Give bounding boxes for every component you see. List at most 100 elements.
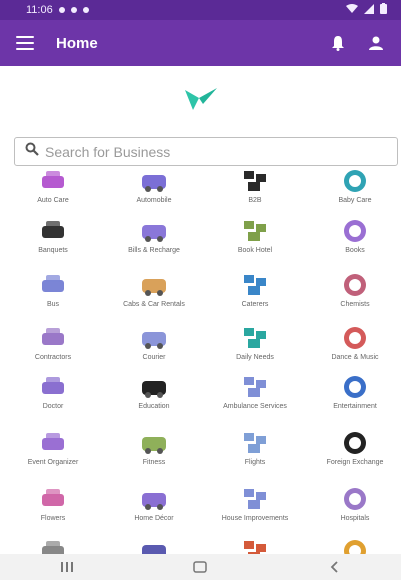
signal-icon	[364, 3, 374, 17]
category-item[interactable]: Books	[305, 218, 401, 255]
category-item[interactable]	[205, 538, 305, 554]
category-label: Bus	[46, 301, 60, 308]
category-item[interactable]: Event Organizer	[3, 430, 103, 467]
hospital-icon	[340, 486, 370, 512]
category-label: Banquets	[38, 247, 68, 254]
category-item[interactable]: Daily Needs	[205, 325, 305, 362]
system-nav-bar	[0, 554, 401, 580]
category-label: Flowers	[40, 515, 66, 522]
search-bar[interactable]	[14, 137, 398, 166]
status-time: 11:06	[26, 4, 53, 16]
partial-icon-4	[340, 538, 370, 554]
theater-icon	[340, 374, 370, 400]
category-item[interactable]: Chemists	[305, 272, 401, 309]
category-item[interactable]: Doctor	[3, 374, 103, 411]
delivery-truck-icon	[139, 325, 169, 351]
building-icon	[38, 218, 68, 244]
car-icon	[139, 168, 169, 194]
category-label: Flights	[244, 459, 266, 466]
notification-bell-icon[interactable]	[329, 34, 347, 52]
notification-icon	[70, 7, 77, 13]
category-item[interactable]: Caterers	[205, 272, 305, 309]
category-item[interactable]: Education	[104, 374, 204, 411]
category-item[interactable]	[3, 538, 103, 554]
car-wash-icon	[38, 168, 68, 194]
search-icon	[25, 142, 39, 161]
home-decor-icon	[139, 486, 169, 512]
app-bar: Home	[0, 20, 401, 66]
partial-icon-3	[240, 538, 270, 554]
menu-icon[interactable]	[16, 36, 34, 50]
airplane-icon	[240, 430, 270, 456]
flower-icon	[38, 486, 68, 512]
dancer-icon	[340, 325, 370, 351]
category-item[interactable]: Entertainment	[305, 374, 401, 411]
bus-icon	[38, 272, 68, 298]
graduation-cap-icon	[139, 374, 169, 400]
category-item[interactable]: Courier	[104, 325, 204, 362]
bill-icon	[139, 218, 169, 244]
category-item[interactable]: Banquets	[3, 218, 103, 255]
category-label: Doctor	[42, 403, 64, 410]
profile-icon[interactable]	[367, 34, 385, 52]
currency-exchange-icon	[340, 430, 370, 456]
category-item[interactable]: Home Décor	[104, 486, 204, 523]
medicine-icon	[340, 272, 370, 298]
category-item[interactable]	[305, 538, 401, 554]
recent-apps-icon[interactable]	[52, 557, 82, 577]
chef-icon	[240, 272, 270, 298]
category-label: Dance & Music	[331, 354, 379, 361]
category-label: Hospitals	[340, 515, 370, 522]
category-item[interactable]: B2B	[205, 168, 305, 205]
calendar-icon	[38, 430, 68, 456]
category-grid: Auto Care Automobile B2B Baby Care Banquets B…	[0, 168, 401, 554]
category-label: Caterers	[241, 301, 269, 308]
fitness-icon	[139, 430, 169, 456]
category-label: Bills & Recharge	[128, 247, 180, 254]
back-icon[interactable]	[319, 557, 349, 577]
search-input[interactable]	[43, 142, 397, 161]
category-label: Automobile	[136, 197, 172, 204]
category-item[interactable]: Foreign Exchange	[305, 430, 401, 467]
house-improvement-icon	[240, 486, 270, 512]
category-item[interactable]: Baby Care	[305, 168, 401, 205]
worker-icon	[38, 325, 68, 351]
category-item[interactable]: Auto Care	[3, 168, 103, 205]
home-button-icon[interactable]	[185, 557, 215, 577]
status-bar: 11:06	[0, 0, 401, 20]
category-item[interactable]: Cabs & Car Rentals	[104, 272, 204, 309]
category-item[interactable]: Automobile	[104, 168, 204, 205]
category-item[interactable]: Bills & Recharge	[104, 218, 204, 255]
category-label: Event Organizer	[27, 459, 79, 466]
category-item[interactable]: Hospitals	[305, 486, 401, 523]
category-label: Ambulance Services	[223, 403, 287, 410]
category-label: Foreign Exchange	[326, 459, 384, 466]
category-label: Fitness	[142, 459, 166, 466]
category-label: Home Décor	[134, 515, 174, 522]
category-item[interactable]: Fitness	[104, 430, 204, 467]
category-item[interactable]: Book Hotel	[205, 218, 305, 255]
category-label: House Improvements	[221, 515, 289, 522]
boxes-icon	[240, 168, 270, 194]
category-item[interactable]	[104, 538, 204, 554]
category-label: Baby Care	[338, 197, 372, 204]
category-item[interactable]: Contractors	[3, 325, 103, 362]
app-logo	[183, 86, 219, 112]
category-item[interactable]: Dance & Music	[305, 325, 401, 362]
basket-icon	[240, 325, 270, 351]
partial-icon-1	[38, 538, 68, 554]
category-item[interactable]: Flowers	[3, 486, 103, 523]
category-label: Contractors	[34, 354, 72, 361]
category-item[interactable]: Ambulance Services	[205, 374, 305, 411]
category-item[interactable]: Flights	[205, 430, 305, 467]
taxi-icon	[139, 272, 169, 298]
category-label: Daily Needs	[236, 354, 274, 361]
book-icon	[340, 218, 370, 244]
page-title: Home	[56, 34, 98, 52]
category-item[interactable]: House Improvements	[205, 486, 305, 523]
partial-icon-2	[139, 538, 169, 554]
doctor-icon	[38, 374, 68, 400]
category-item[interactable]: Bus	[3, 272, 103, 309]
wifi-icon	[346, 3, 358, 17]
category-label: Education	[138, 403, 170, 410]
